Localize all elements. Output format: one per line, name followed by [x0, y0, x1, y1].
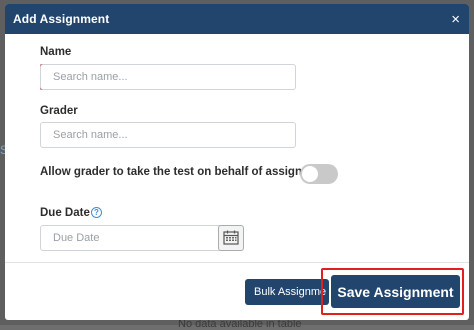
- footer-divider: [5, 262, 469, 263]
- calendar-icon: [223, 230, 239, 245]
- toggle-knob: [302, 166, 318, 182]
- add-assignment-dialog: Add Assignment × Name Grader Allow grade…: [5, 4, 469, 320]
- grader-label: Grader: [40, 105, 78, 117]
- calendar-button[interactable]: [218, 225, 244, 251]
- dialog-title: Add Assignment: [13, 12, 110, 26]
- grader-search-input[interactable]: [40, 122, 296, 148]
- allow-grader-toggle[interactable]: [300, 164, 338, 184]
- question-circle-icon[interactable]: ?: [91, 207, 102, 218]
- name-label: Name: [40, 46, 72, 58]
- dialog-header: Add Assignment ×: [5, 4, 469, 34]
- save-assignment-button[interactable]: Save Assignment: [331, 275, 460, 308]
- bulk-assignment-button[interactable]: Bulk Assignme: [245, 279, 329, 305]
- due-date-label: Due Date: [40, 207, 90, 219]
- due-date-input[interactable]: [40, 225, 220, 251]
- name-search-input[interactable]: [40, 64, 296, 90]
- close-icon[interactable]: ×: [451, 12, 460, 27]
- allow-grader-label: Allow grader to take the test on behalf …: [40, 166, 315, 178]
